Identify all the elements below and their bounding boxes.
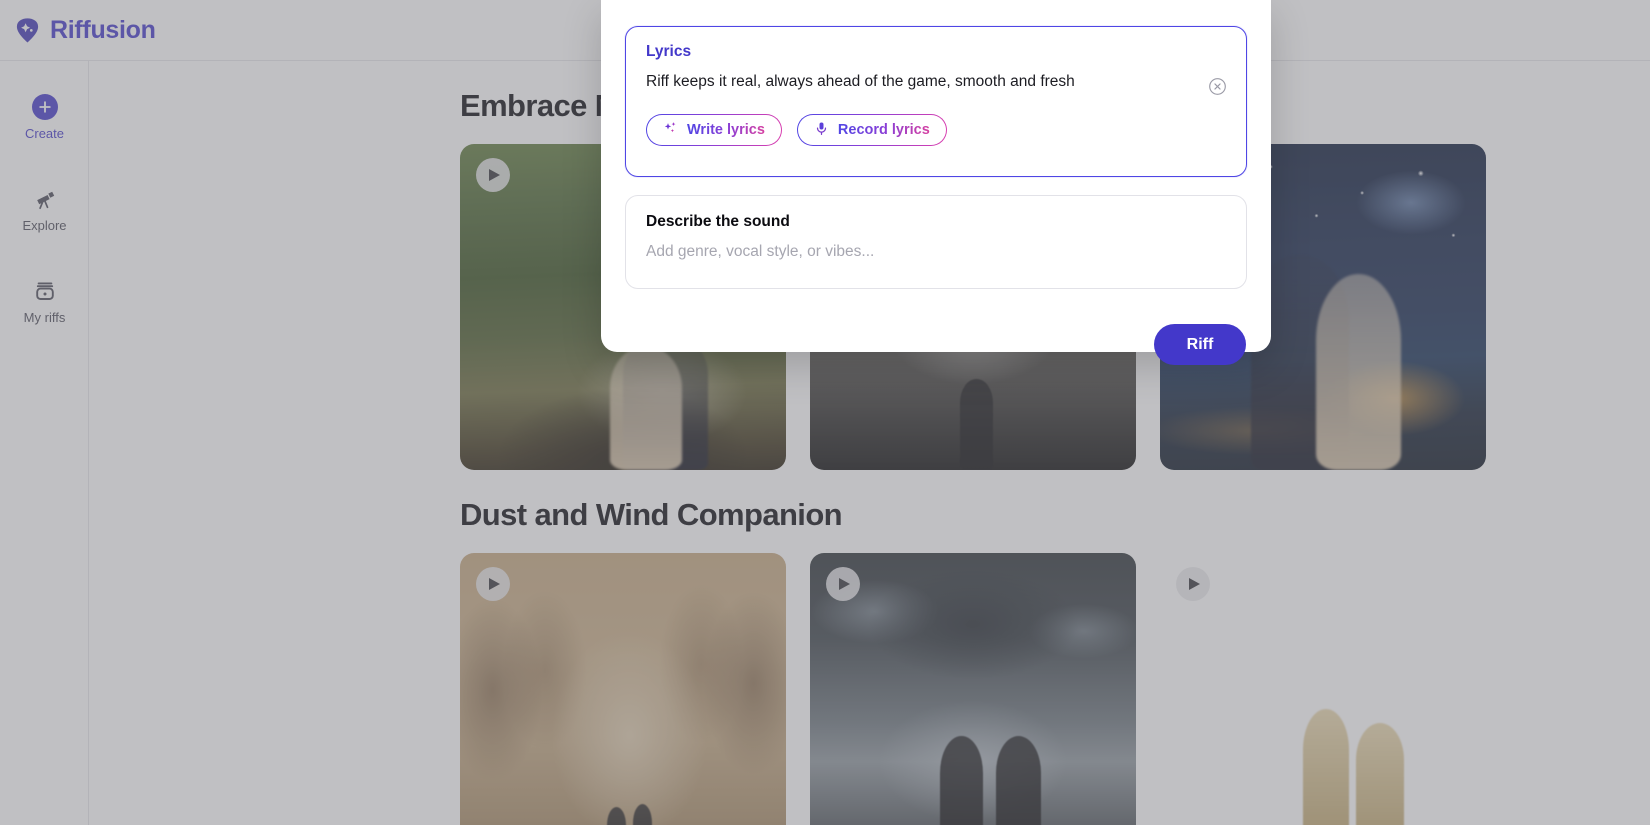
record-lyrics-label: Record lyrics bbox=[837, 121, 930, 138]
create-riff-modal: Lyrics Riff keeps it real, always ahead … bbox=[601, 0, 1271, 365]
modal-actions: Riff bbox=[625, 324, 1247, 365]
riff-submit-button[interactable]: Riff bbox=[1154, 324, 1246, 365]
lyrics-action-row: Write lyrics Record lyrics bbox=[646, 114, 1226, 146]
record-lyrics-button[interactable]: Record lyrics bbox=[797, 114, 947, 146]
microphone-icon bbox=[814, 121, 829, 140]
close-circle-icon[interactable] bbox=[1208, 77, 1227, 96]
describe-sound-input[interactable]: Add genre, vocal style, or vibes... bbox=[646, 242, 1226, 262]
describe-sound-label: Describe the sound bbox=[646, 213, 790, 230]
lyrics-field[interactable]: Lyrics Riff keeps it real, always ahead … bbox=[625, 26, 1247, 177]
sparkles-icon bbox=[663, 121, 678, 140]
lyrics-label: Lyrics bbox=[646, 43, 692, 60]
write-lyrics-button[interactable]: Write lyrics bbox=[646, 114, 782, 146]
describe-sound-field[interactable]: Describe the sound Add genre, vocal styl… bbox=[625, 195, 1247, 289]
lyrics-input[interactable]: Riff keeps it real, always ahead of the … bbox=[646, 72, 1226, 92]
app-root: Riffusion Create Explore My riffs Embrac… bbox=[0, 0, 1650, 825]
write-lyrics-label: Write lyrics bbox=[687, 121, 765, 138]
